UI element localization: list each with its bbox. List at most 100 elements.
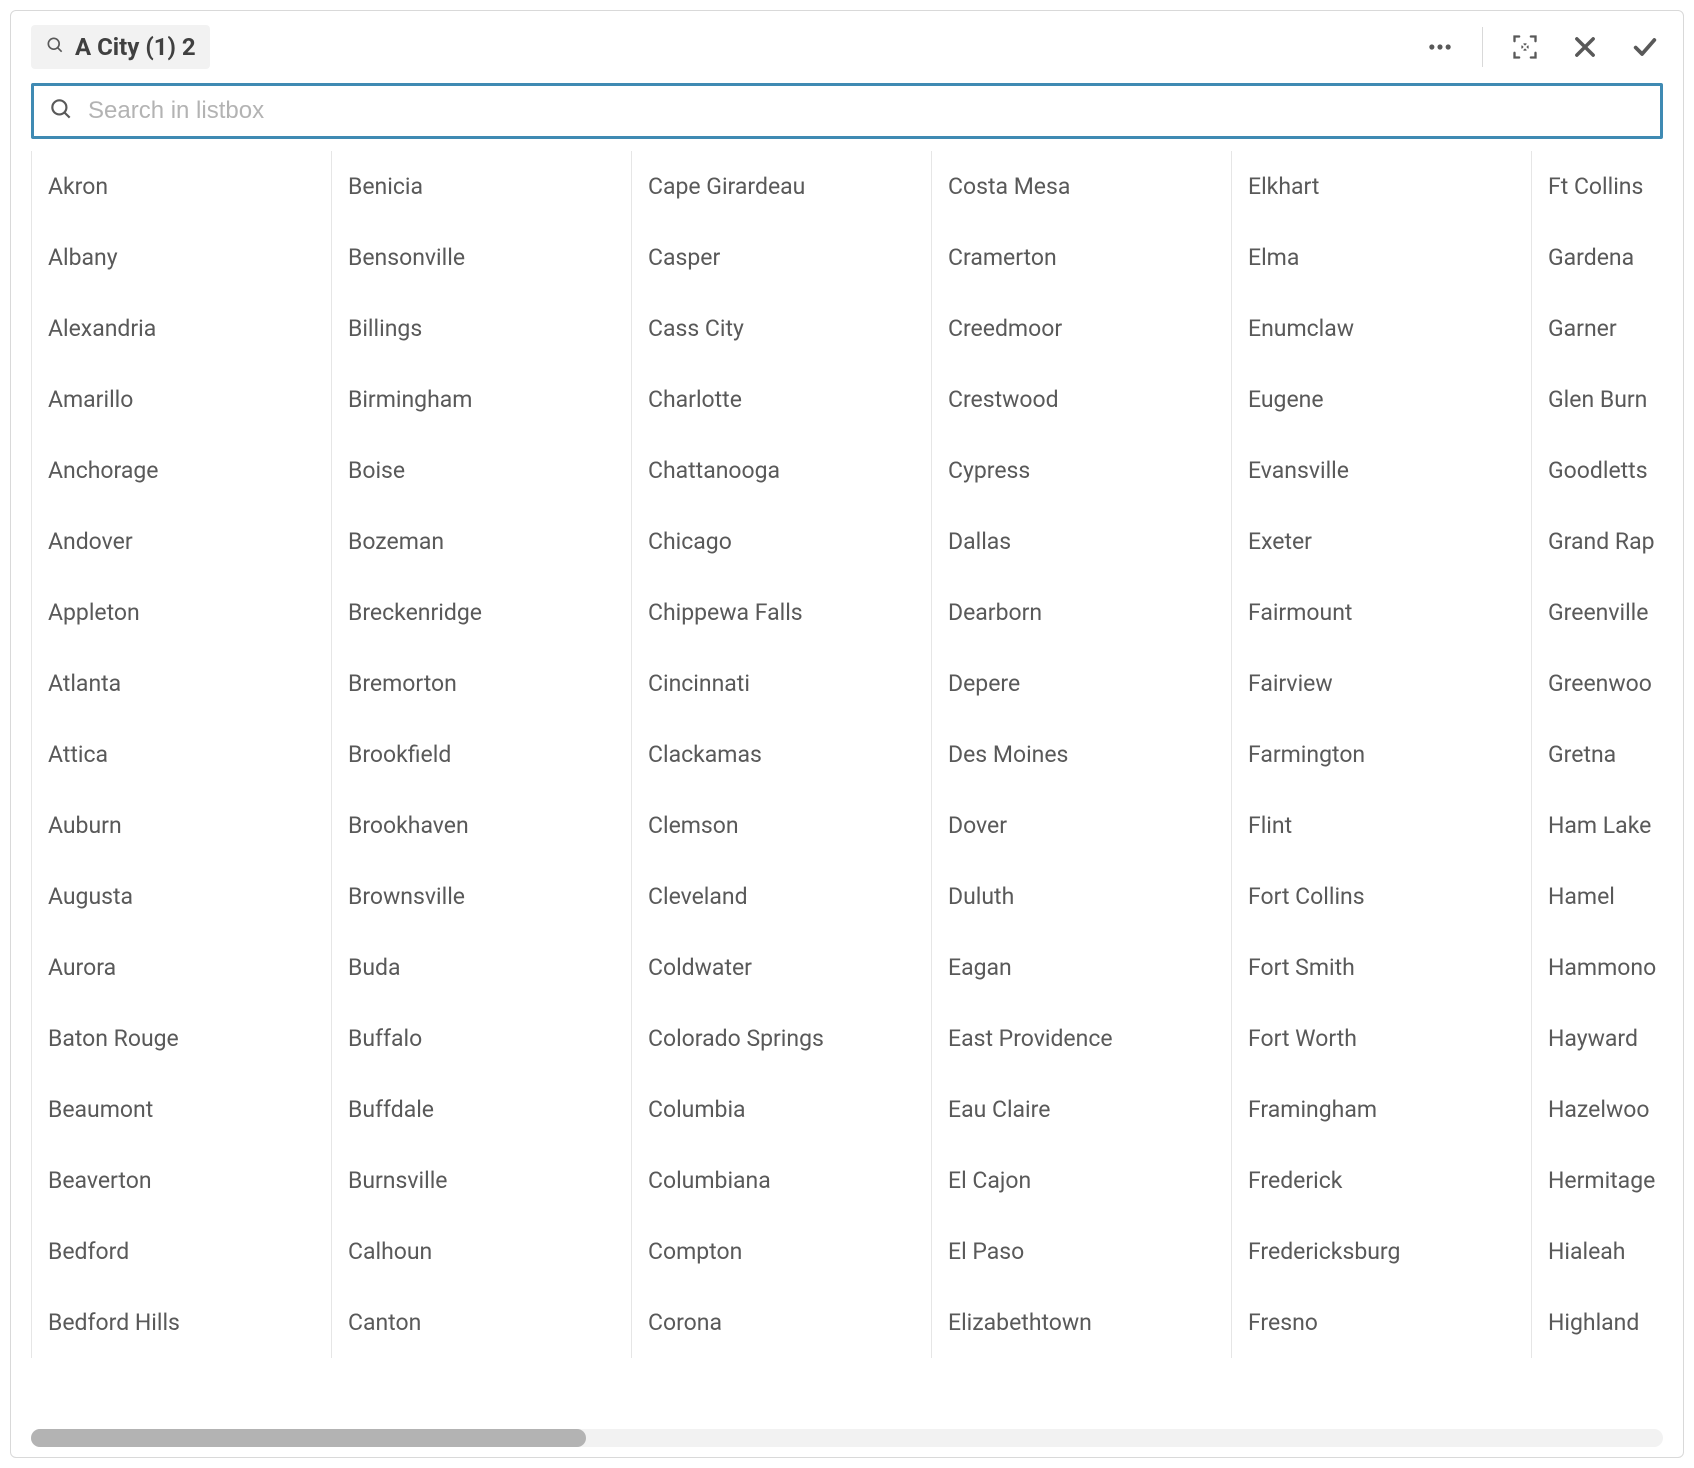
list-item[interactable]: Eugene — [1231, 364, 1531, 435]
list-item[interactable]: Corona — [631, 1287, 931, 1358]
list-item[interactable]: Hammono — [1531, 932, 1683, 1003]
list-item[interactable]: Elma — [1231, 222, 1531, 293]
list-item[interactable]: Gretna — [1531, 719, 1683, 790]
list-item[interactable]: Anchorage — [31, 435, 331, 506]
list-item[interactable]: Columbia — [631, 1074, 931, 1145]
list-item[interactable]: Ham Lake — [1531, 790, 1683, 861]
list-item[interactable]: Cramerton — [931, 222, 1231, 293]
list-item[interactable]: Gardena — [1531, 222, 1683, 293]
list-item[interactable]: Hazelwoo — [1531, 1074, 1683, 1145]
list-item[interactable]: Dover — [931, 790, 1231, 861]
list-item[interactable]: Costa Mesa — [931, 151, 1231, 222]
list-item[interactable]: Hayward — [1531, 1003, 1683, 1074]
list-item[interactable]: Auburn — [31, 790, 331, 861]
list-item[interactable]: Greenwoo — [1531, 648, 1683, 719]
list-item[interactable]: Fort Smith — [1231, 932, 1531, 1003]
confirm-button[interactable] — [1627, 29, 1663, 65]
list-item[interactable]: Atlanta — [31, 648, 331, 719]
title-pill[interactable]: A City (1) 2 — [31, 25, 210, 69]
list-item[interactable]: Calhoun — [331, 1216, 631, 1287]
list-item[interactable]: Creedmoor — [931, 293, 1231, 364]
list-item[interactable]: Beaverton — [31, 1145, 331, 1216]
list-item[interactable]: Colorado Springs — [631, 1003, 931, 1074]
list-item[interactable]: Farmington — [1231, 719, 1531, 790]
list-item[interactable]: Brookfield — [331, 719, 631, 790]
search-input[interactable] — [88, 97, 1646, 125]
list-item[interactable]: Clackamas — [631, 719, 931, 790]
list-item[interactable]: El Paso — [931, 1216, 1231, 1287]
list-item[interactable]: Amarillo — [31, 364, 331, 435]
list-item[interactable]: Baton Rouge — [31, 1003, 331, 1074]
list-item[interactable]: Bedford Hills — [31, 1287, 331, 1358]
list-item[interactable]: Alexandria — [31, 293, 331, 364]
list-item[interactable]: Cape Girardeau — [631, 151, 931, 222]
list-item[interactable]: Appleton — [31, 577, 331, 648]
list-item[interactable]: Fort Collins — [1231, 861, 1531, 932]
list-item[interactable]: Compton — [631, 1216, 931, 1287]
list-item[interactable]: Flint — [1231, 790, 1531, 861]
list-item[interactable]: Beaumont — [31, 1074, 331, 1145]
list-item[interactable]: Fairmount — [1231, 577, 1531, 648]
list-item[interactable]: Chippewa Falls — [631, 577, 931, 648]
list-item[interactable]: Frederick — [1231, 1145, 1531, 1216]
list-item[interactable]: Dearborn — [931, 577, 1231, 648]
list-item[interactable]: Cass City — [631, 293, 931, 364]
search-box[interactable] — [31, 83, 1663, 139]
list-item[interactable]: Bozeman — [331, 506, 631, 577]
list-item[interactable]: Highland — [1531, 1287, 1683, 1358]
list-item[interactable]: Greenville — [1531, 577, 1683, 648]
list-item[interactable]: Brownsville — [331, 861, 631, 932]
list-item[interactable]: Benicia — [331, 151, 631, 222]
list-item[interactable]: Elkhart — [1231, 151, 1531, 222]
list-item[interactable]: Akron — [31, 151, 331, 222]
list-item[interactable]: Cleveland — [631, 861, 931, 932]
list-item[interactable]: Ft Collins — [1531, 151, 1683, 222]
list-item[interactable]: Eagan — [931, 932, 1231, 1003]
list-item[interactable]: Buda — [331, 932, 631, 1003]
list-item[interactable]: Charlotte — [631, 364, 931, 435]
list-item[interactable]: Brookhaven — [331, 790, 631, 861]
list-item[interactable]: Cypress — [931, 435, 1231, 506]
list-item[interactable]: Aurora — [31, 932, 331, 1003]
list-item[interactable]: Goodletts — [1531, 435, 1683, 506]
list-item[interactable]: Hermitage — [1531, 1145, 1683, 1216]
list-item[interactable]: Breckenridge — [331, 577, 631, 648]
list-item[interactable]: Casper — [631, 222, 931, 293]
list-item[interactable]: Bensonville — [331, 222, 631, 293]
list-item[interactable]: Buffalo — [331, 1003, 631, 1074]
list-item[interactable]: Hialeah — [1531, 1216, 1683, 1287]
list-item[interactable]: Andover — [31, 506, 331, 577]
list-item[interactable]: Bremorton — [331, 648, 631, 719]
list-item[interactable]: Dallas — [931, 506, 1231, 577]
list-item[interactable]: Birmingham — [331, 364, 631, 435]
list-item[interactable]: Garner — [1531, 293, 1683, 364]
scrollbar-thumb[interactable] — [31, 1429, 586, 1447]
list-item[interactable]: Grand Rap — [1531, 506, 1683, 577]
list-item[interactable]: Eau Claire — [931, 1074, 1231, 1145]
list-item[interactable]: Buffdale — [331, 1074, 631, 1145]
list-item[interactable]: Enumclaw — [1231, 293, 1531, 364]
list-item[interactable]: Coldwater — [631, 932, 931, 1003]
list-item[interactable]: Augusta — [31, 861, 331, 932]
list-item[interactable]: Exeter — [1231, 506, 1531, 577]
list-item[interactable]: Des Moines — [931, 719, 1231, 790]
list-item[interactable]: Fredericksburg — [1231, 1216, 1531, 1287]
select-toggle-button[interactable] — [1507, 29, 1543, 65]
list-item[interactable]: Albany — [31, 222, 331, 293]
list-item[interactable]: Billings — [331, 293, 631, 364]
list-item[interactable]: Burnsville — [331, 1145, 631, 1216]
more-button[interactable] — [1422, 29, 1458, 65]
list-item[interactable]: Fresno — [1231, 1287, 1531, 1358]
list-item[interactable]: Hamel — [1531, 861, 1683, 932]
list-item[interactable]: Glen Burn — [1531, 364, 1683, 435]
list-item[interactable]: Boise — [331, 435, 631, 506]
list-item[interactable]: East Providence — [931, 1003, 1231, 1074]
list-item[interactable]: Bedford — [31, 1216, 331, 1287]
list-item[interactable]: Crestwood — [931, 364, 1231, 435]
list-item[interactable]: El Cajon — [931, 1145, 1231, 1216]
list-item[interactable]: Fairview — [1231, 648, 1531, 719]
list-item[interactable]: Evansville — [1231, 435, 1531, 506]
list-item[interactable]: Depere — [931, 648, 1231, 719]
list-item[interactable]: Canton — [331, 1287, 631, 1358]
horizontal-scrollbar[interactable] — [31, 1429, 1663, 1447]
